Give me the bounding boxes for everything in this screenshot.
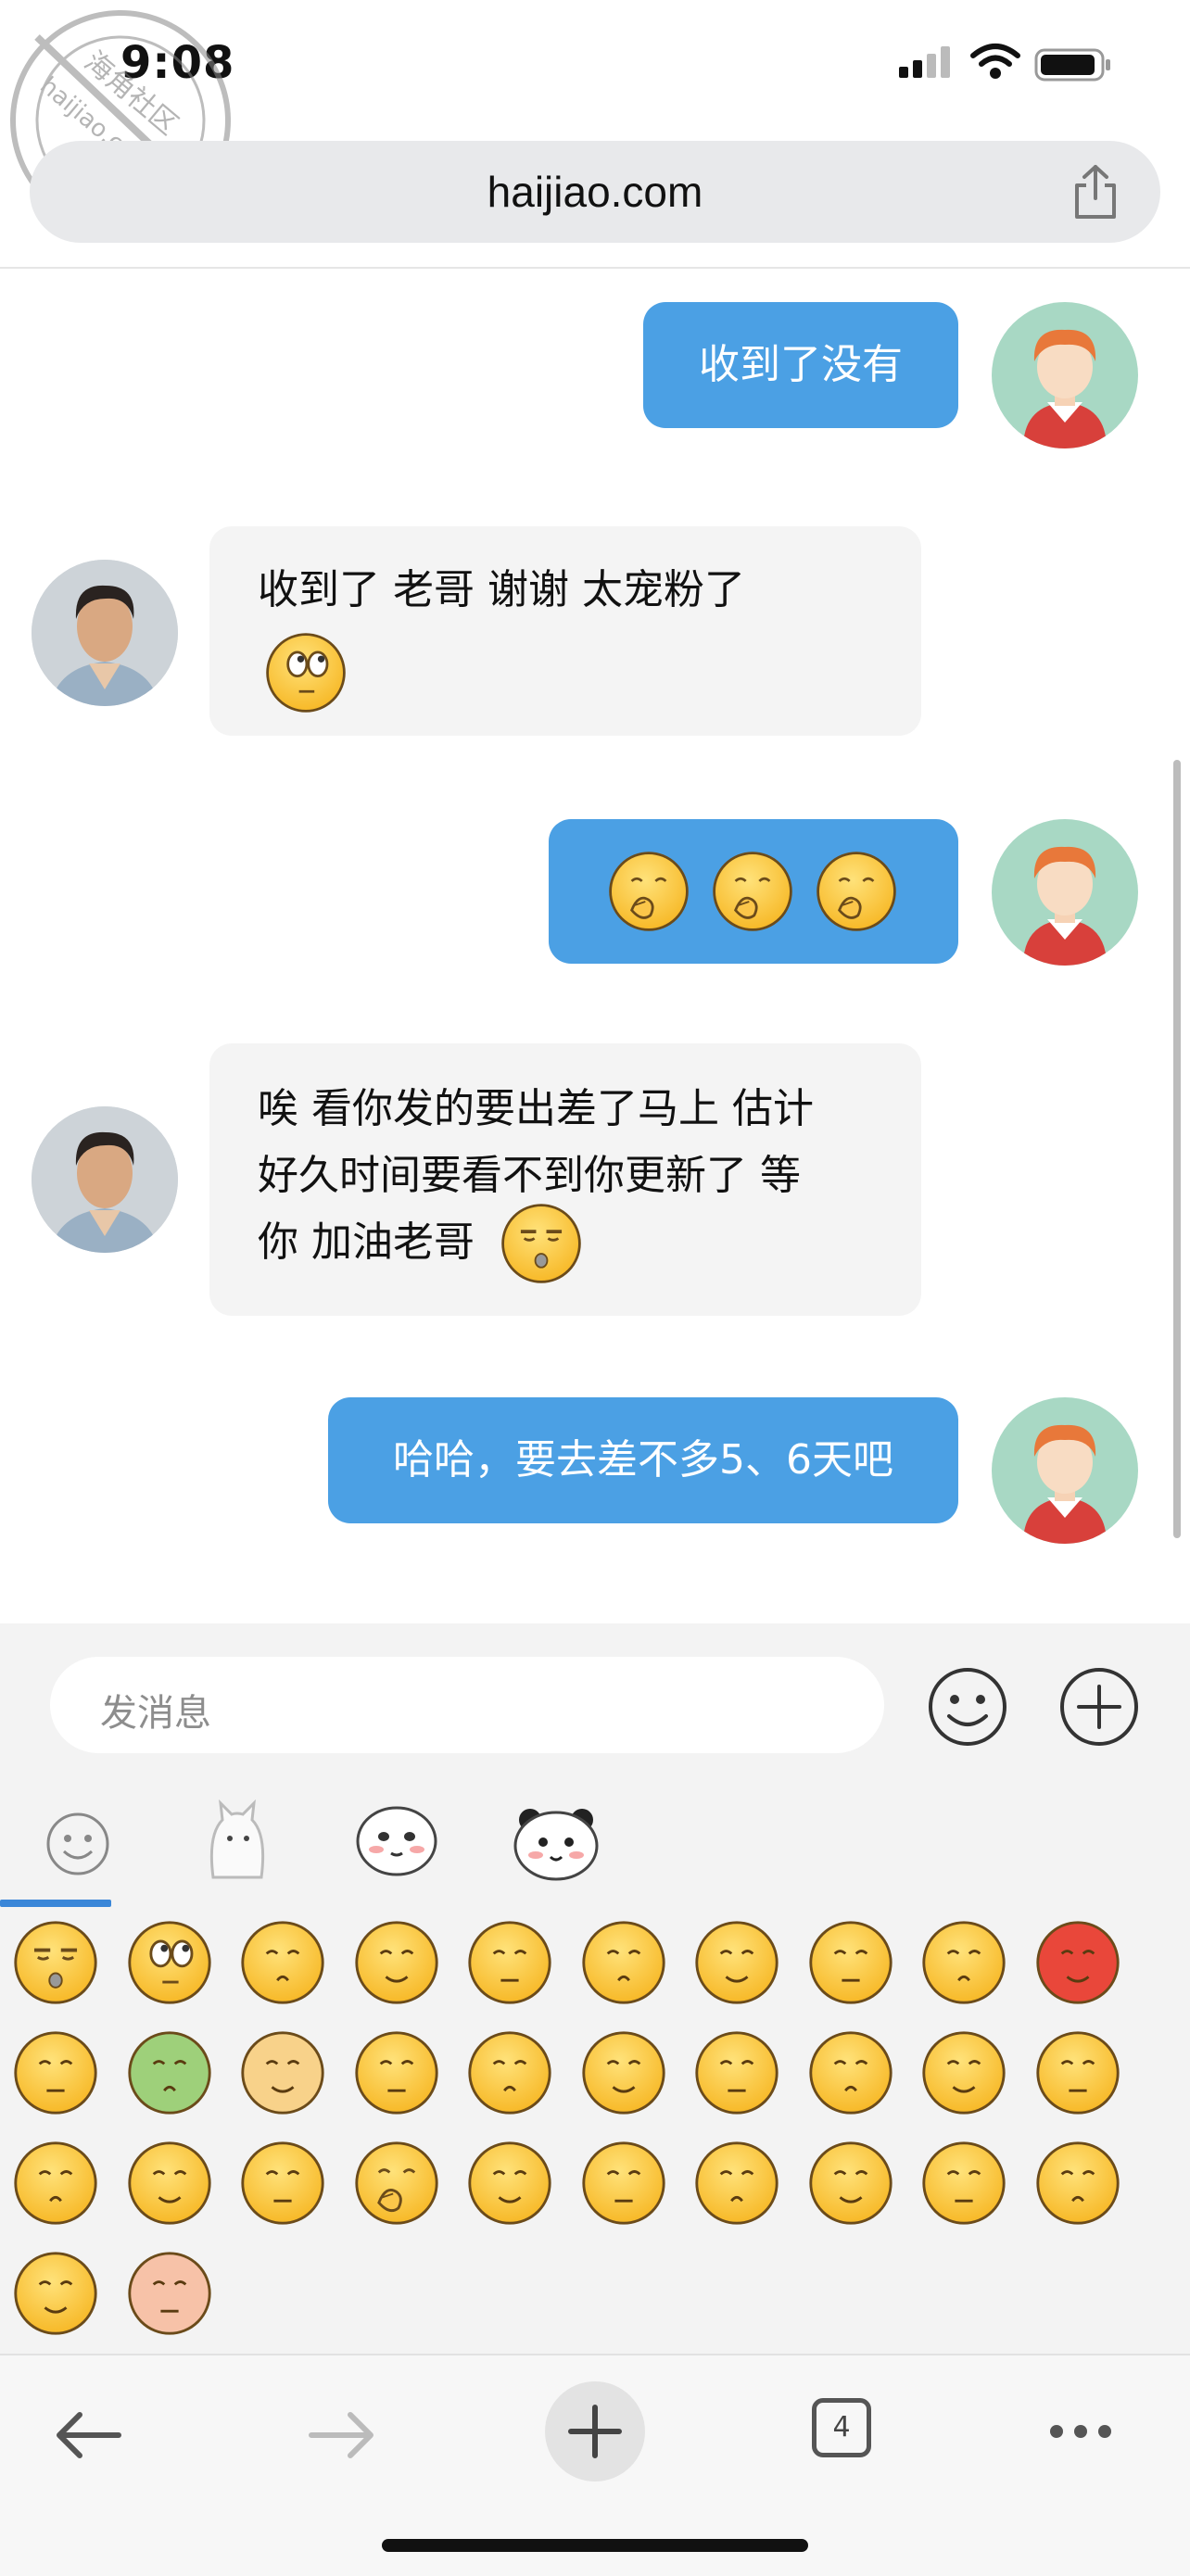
squint-emoji[interactable] <box>465 2028 554 2117</box>
sleepy-emoji <box>499 1201 584 1286</box>
message-bubble-outgoing[interactable]: 哈哈，要去差不多5、6天吧 <box>328 1397 958 1523</box>
scrollbar[interactable] <box>1173 760 1181 1538</box>
laugh-cry-emoji[interactable] <box>692 2139 781 2228</box>
surprised-emoji[interactable] <box>806 2028 895 2117</box>
cat-sticker-tab-icon[interactable] <box>200 1798 274 1883</box>
my-avatar[interactable] <box>992 302 1138 448</box>
shy-laugh-emoji <box>710 849 795 934</box>
crying-emoji[interactable] <box>465 1918 554 2007</box>
angry-emoji[interactable] <box>1033 1918 1122 2007</box>
kiss-emoji[interactable] <box>11 2139 100 2228</box>
home-indicator <box>382 2539 808 2552</box>
plus-icon <box>568 2405 622 2458</box>
cartoon-boy-avatar-icon <box>1023 1424 1107 1544</box>
message-bubble-outgoing[interactable]: 收到了没有 <box>643 302 958 428</box>
rolling-eyes-emoji[interactable] <box>125 1918 214 2007</box>
cold-hands-emoji[interactable] <box>352 1918 441 2007</box>
grinning-teeth-emoji[interactable] <box>352 2028 441 2117</box>
address-bar[interactable]: haijiao.com <box>30 141 1160 243</box>
curious-emoji[interactable] <box>692 1918 781 2007</box>
share-icon[interactable] <box>1071 163 1120 221</box>
confused-emoji[interactable] <box>919 2139 1008 2228</box>
heart-eyes-emoji[interactable] <box>125 2139 214 2228</box>
wifi-icon <box>970 44 1020 79</box>
sneeze-emoji[interactable] <box>465 2139 554 2228</box>
cartoon-boy-avatar-icon <box>1023 846 1107 966</box>
smirk-emoji[interactable] <box>806 2139 895 2228</box>
blush-emoji[interactable] <box>579 1918 668 2007</box>
sweat-smile-emoji[interactable] <box>1033 2028 1122 2117</box>
message-bubble-outgoing[interactable] <box>549 819 958 964</box>
wink-emoji[interactable] <box>238 2139 327 2228</box>
cat-emoji[interactable] <box>238 2028 327 2117</box>
message-text: 收到了没有 <box>699 341 903 388</box>
plus-icon[interactable] <box>1057 1664 1142 1749</box>
url-text: haijiao.com <box>487 168 703 216</box>
sunglasses-emoji[interactable] <box>806 1918 895 2007</box>
message-text-line: 唉 看你发的要出差了马上 估计 <box>258 1085 814 1132</box>
happy-blush-emoji[interactable] <box>11 2249 100 2338</box>
my-avatar[interactable] <box>992 1397 1138 1544</box>
new-tab-button[interactable] <box>545 2381 645 2481</box>
more-options-icon[interactable] <box>1047 2422 1114 2441</box>
contact-avatar[interactable] <box>32 560 178 706</box>
awkward-emoji[interactable] <box>919 2028 1008 2117</box>
message-text: 收到了 老哥 谢谢 太宠粉了 <box>258 566 745 613</box>
contact-photo <box>32 1106 178 1253</box>
shy-laugh-emoji[interactable] <box>352 2139 441 2228</box>
cellular-signal-icon <box>899 46 950 78</box>
message-text: 哈哈，要去差不多5、6天吧 <box>393 1436 893 1484</box>
shy-laugh-emoji <box>814 849 899 934</box>
status-bar: 9:08 <box>0 0 1190 130</box>
divider <box>0 267 1190 269</box>
message-bubble-incoming[interactable]: 唉 看你发的要出差了马上 估计 好久时间要看不到你更新了 等 你 加油老哥 <box>209 1043 921 1316</box>
nervous-emoji[interactable] <box>11 2028 100 2117</box>
shy-laugh-emoji <box>606 849 691 934</box>
contact-photo <box>32 560 178 706</box>
rolling-eyes-emoji <box>263 630 348 715</box>
shocked-emoji[interactable] <box>692 2028 781 2117</box>
message-text-line: 好久时间要看不到你更新了 等 <box>258 1152 801 1199</box>
pig-emoji[interactable] <box>125 2249 214 2338</box>
active-tab-indicator <box>0 1900 111 1907</box>
message-text-line: 你 加油老哥 <box>258 1219 475 1266</box>
message-input-placeholder: 发消息 <box>100 1692 211 1735</box>
status-time: 9:08 <box>120 37 235 89</box>
grin-emoji[interactable] <box>919 1918 1008 2007</box>
round-face-tab-icon[interactable] <box>354 1803 439 1879</box>
thinking-emoji[interactable] <box>238 1918 327 2007</box>
emoji-toggle-icon[interactable] <box>925 1664 1010 1749</box>
tabs-button[interactable]: 4 <box>812 2398 871 2457</box>
smiley-tab-icon[interactable] <box>41 1807 115 1881</box>
stunned-emoji[interactable] <box>579 2028 668 2117</box>
dizzy-emoji[interactable] <box>125 2028 214 2117</box>
message-input[interactable]: 发消息 <box>50 1657 884 1753</box>
message-bubble-incoming[interactable]: 收到了 老哥 谢谢 太宠粉了 <box>209 526 921 736</box>
sweat-emoji[interactable] <box>579 2139 668 2228</box>
my-avatar[interactable] <box>992 819 1138 966</box>
spiral-eyes-emoji[interactable] <box>1033 2139 1122 2228</box>
battery-icon <box>1034 48 1110 82</box>
sleepy-emoji[interactable] <box>11 1918 100 2007</box>
cartoon-boy-avatar-icon <box>1023 329 1107 448</box>
tab-count: 4 <box>832 2411 851 2443</box>
back-arrow-icon[interactable] <box>52 2407 126 2463</box>
contact-avatar[interactable] <box>32 1106 178 1253</box>
panda-tab-icon[interactable] <box>512 1801 601 1881</box>
forward-arrow-icon[interactable] <box>304 2407 378 2463</box>
